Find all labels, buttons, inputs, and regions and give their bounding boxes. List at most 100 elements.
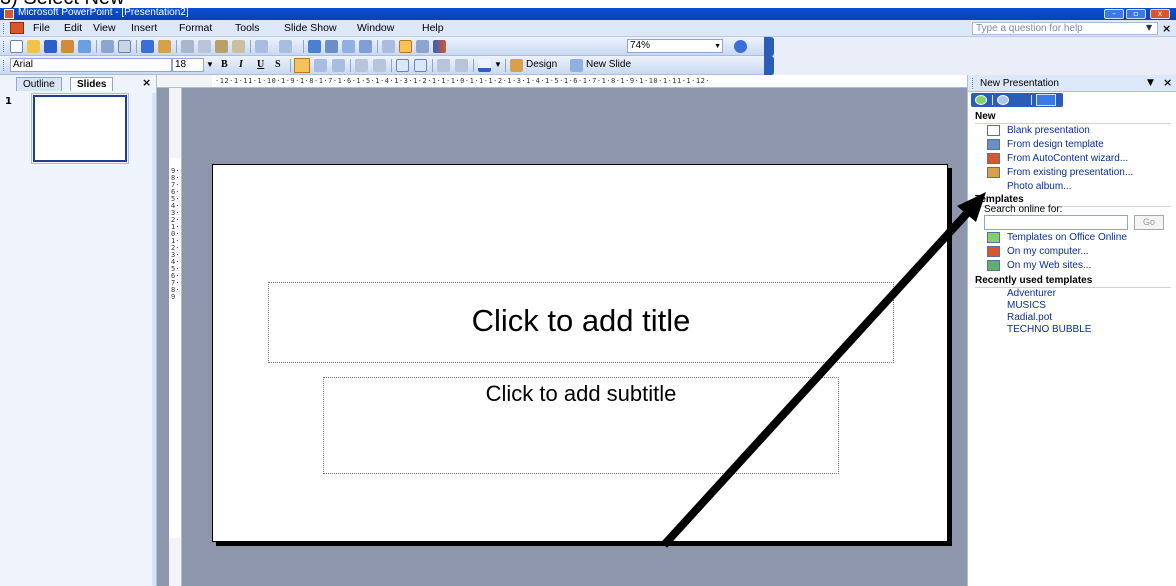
increase-font-size-icon[interactable]	[396, 59, 409, 72]
design-template-link[interactable]: From design template	[1007, 139, 1104, 151]
home-icon[interactable]	[1036, 94, 1056, 106]
copy-icon[interactable]	[198, 40, 211, 53]
recent-template-item[interactable]: Radial.pot	[1007, 312, 1052, 324]
forward-icon[interactable]	[997, 95, 1009, 105]
save-icon[interactable]	[44, 40, 57, 53]
paste-icon[interactable]	[215, 40, 228, 53]
minimize-button[interactable]: –	[1104, 9, 1124, 19]
recent-template-item[interactable]: Adventurer	[1007, 288, 1056, 300]
align-right-icon[interactable]	[332, 59, 345, 72]
cut-icon[interactable]	[181, 40, 194, 53]
insert-table-icon[interactable]	[325, 40, 338, 53]
italic-button[interactable]: I	[239, 58, 243, 72]
menu-view[interactable]: View	[93, 22, 116, 35]
show-formatting-icon[interactable]	[399, 40, 412, 53]
menu-edit[interactable]: Edit	[64, 22, 82, 35]
toolbar-separator	[377, 40, 378, 53]
new-slide-icon[interactable]	[570, 59, 583, 72]
slide-canvas[interactable]: Click to add title Click to add subtitle	[212, 164, 948, 542]
close-document-icon[interactable]: ×	[1162, 22, 1171, 35]
shadow-button[interactable]: S	[275, 58, 281, 72]
title-placeholder[interactable]: Click to add title	[268, 282, 894, 363]
show-grid-icon[interactable]	[416, 40, 429, 53]
photo-album-link[interactable]: Photo album...	[1007, 181, 1071, 193]
print-preview-icon[interactable]	[118, 40, 131, 53]
menu-insert[interactable]: Insert	[131, 22, 157, 35]
menu-slide-show[interactable]: Slide Show	[284, 22, 337, 35]
open-icon[interactable]	[27, 40, 40, 53]
template-search-input[interactable]	[984, 215, 1128, 230]
center-icon[interactable]	[314, 59, 327, 72]
bold-button[interactable]: B	[221, 58, 228, 72]
go-button[interactable]: Go	[1134, 215, 1164, 230]
new-icon[interactable]	[10, 40, 23, 53]
print-icon[interactable]	[101, 40, 114, 53]
toolbar-grip	[3, 60, 6, 71]
close-button[interactable]: x	[1150, 9, 1170, 19]
task-pane-dropdown-icon[interactable]: ▼	[1147, 78, 1154, 88]
email-icon[interactable]	[78, 40, 91, 53]
restore-button[interactable]: ▫	[1126, 9, 1146, 19]
toolbar-options-icon[interactable]	[764, 56, 774, 75]
numbering-icon[interactable]	[355, 59, 368, 72]
redo-icon[interactable]	[279, 40, 292, 53]
menu-tools[interactable]: Tools	[235, 22, 260, 35]
expand-all-icon[interactable]	[382, 40, 395, 53]
help-icon[interactable]	[734, 40, 747, 53]
blank-presentation-link[interactable]: Blank presentation	[1007, 125, 1090, 137]
insert-chart-icon[interactable]	[308, 40, 321, 53]
decrease-indent-icon[interactable]	[437, 59, 450, 72]
menu-help[interactable]: Help	[422, 22, 444, 35]
slide-thumbnail[interactable]	[31, 93, 129, 164]
help-search-input[interactable]: Type a question for help	[972, 22, 1158, 35]
align-left-icon[interactable]	[294, 58, 310, 73]
nav-separator	[1031, 95, 1032, 105]
my-computer-link[interactable]: On my computer...	[1007, 246, 1089, 258]
font-color-icon[interactable]	[478, 59, 491, 72]
my-web-sites-link[interactable]: On my Web sites...	[1007, 260, 1091, 272]
close-icon[interactable]: ×	[1163, 76, 1172, 89]
font-name-select[interactable]: Arial	[10, 58, 172, 72]
font-size-value: 18	[175, 59, 187, 70]
zoom-select[interactable]: 74% ▼	[627, 39, 723, 53]
tab-slides[interactable]: Slides	[70, 77, 114, 91]
menu-window[interactable]: Window	[357, 22, 394, 35]
increase-indent-icon[interactable]	[455, 59, 468, 72]
existing-presentation-link[interactable]: From existing presentation...	[1007, 167, 1133, 179]
window-title: Microsoft PowerPoint - [Presentation2]	[18, 7, 189, 18]
recent-template-item[interactable]: TECHNO BUBBLE	[1007, 324, 1091, 336]
toolbar-options-icon[interactable]	[764, 37, 774, 56]
permission-icon[interactable]	[61, 40, 74, 53]
underline-button[interactable]: U	[257, 58, 264, 72]
menu-file[interactable]: File	[33, 22, 50, 35]
format-painter-icon[interactable]	[232, 40, 245, 53]
insert-hyperlink-icon[interactable]	[359, 40, 372, 53]
recent-template-item[interactable]: MUSICS	[1007, 300, 1046, 312]
design-icon[interactable]	[510, 59, 523, 72]
menu-format[interactable]: Format	[179, 22, 212, 35]
bullets-icon[interactable]	[373, 59, 386, 72]
help-dropdown-icon[interactable]: ▼	[1146, 23, 1152, 32]
pane-splitter[interactable]	[152, 93, 156, 586]
blank-presentation-icon	[987, 125, 1000, 136]
ruler-ticks: 9·8·7·6·5·4·3·2·1·0·1·2·3·4·5·6·7·8·9	[171, 167, 180, 301]
color-grayscale-icon[interactable]	[433, 40, 446, 53]
design-button[interactable]: Design	[526, 59, 557, 71]
new-slide-button[interactable]: New Slide	[586, 59, 631, 71]
spelling-icon[interactable]	[141, 40, 154, 53]
decrease-font-size-icon[interactable]	[414, 59, 427, 72]
font-size-select[interactable]: 18	[172, 58, 204, 72]
templates-online-link[interactable]: Templates on Office Online	[1007, 232, 1127, 244]
document-icon[interactable]	[10, 22, 24, 34]
close-icon[interactable]: ×	[142, 76, 151, 89]
tab-outline[interactable]: Outline	[16, 77, 62, 91]
subtitle-placeholder[interactable]: Click to add subtitle	[323, 377, 839, 474]
undo-icon[interactable]	[255, 40, 268, 53]
back-icon[interactable]	[975, 95, 987, 105]
autocontent-wizard-link[interactable]: From AutoContent wizard...	[1007, 153, 1128, 165]
font-color-dropdown-icon[interactable]: ▼	[494, 58, 502, 72]
research-icon[interactable]	[158, 40, 171, 53]
font-size-dropdown-icon[interactable]: ▼	[206, 58, 214, 72]
toolbar-separator	[432, 59, 433, 72]
tables-borders-icon[interactable]	[342, 40, 355, 53]
